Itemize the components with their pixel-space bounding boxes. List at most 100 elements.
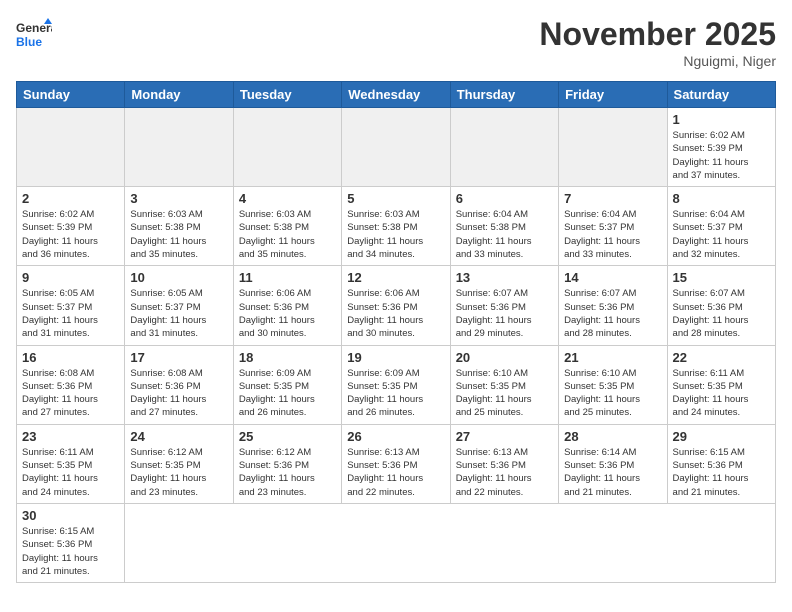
day-info: Sunrise: 6:08 AM Sunset: 5:36 PM Dayligh… [22, 367, 119, 420]
day-info: Sunrise: 6:15 AM Sunset: 5:36 PM Dayligh… [22, 525, 119, 578]
day-info: Sunrise: 6:11 AM Sunset: 5:35 PM Dayligh… [22, 446, 119, 499]
calendar-cell: 10 Sunrise: 6:05 AM Sunset: 5:37 PM Dayli… [125, 266, 233, 345]
day-number: 13 [456, 270, 553, 285]
day-number: 14 [564, 270, 661, 285]
calendar-cell [450, 108, 558, 187]
calendar-cell: 29 Sunrise: 6:15 AM Sunset: 5:36 PM Dayli… [667, 424, 775, 503]
logo: General Blue [16, 16, 52, 52]
day-info: Sunrise: 6:04 AM Sunset: 5:37 PM Dayligh… [673, 208, 770, 261]
day-number: 10 [130, 270, 227, 285]
calendar-cell: 26 Sunrise: 6:13 AM Sunset: 5:36 PM Dayli… [342, 424, 450, 503]
calendar-cell: 30Sunrise: 6:15 AM Sunset: 5:36 PM Dayli… [17, 503, 125, 582]
calendar-cell: 7 Sunrise: 6:04 AM Sunset: 5:37 PM Daylig… [559, 187, 667, 266]
calendar-cell [233, 108, 341, 187]
calendar-cell: 6 Sunrise: 6:04 AM Sunset: 5:38 PM Daylig… [450, 187, 558, 266]
day-number: 4 [239, 191, 336, 206]
calendar-cell: 27Sunrise: 6:13 AM Sunset: 5:36 PM Dayli… [450, 424, 558, 503]
day-info: Sunrise: 6:07 AM Sunset: 5:36 PM Dayligh… [456, 287, 553, 340]
day-number: 3 [130, 191, 227, 206]
calendar-cell: 17 Sunrise: 6:08 AM Sunset: 5:36 PM Dayli… [125, 345, 233, 424]
month-title: November 2025 [539, 16, 776, 53]
day-info: Sunrise: 6:05 AM Sunset: 5:37 PM Dayligh… [130, 287, 227, 340]
calendar-cell: 20 Sunrise: 6:10 AM Sunset: 5:35 PM Dayli… [450, 345, 558, 424]
day-info: Sunrise: 6:09 AM Sunset: 5:35 PM Dayligh… [239, 367, 336, 420]
calendar-row: 1 Sunrise: 6:02 AM Sunset: 5:39 PM Daylig… [17, 108, 776, 187]
header: General Blue November 2025 Nguigmi, Nige… [16, 16, 776, 69]
day-number: 23 [22, 429, 119, 444]
calendar-cell: 24Sunrise: 6:12 AM Sunset: 5:35 PM Dayli… [125, 424, 233, 503]
weekday-header: Thursday [450, 82, 558, 108]
day-info: Sunrise: 6:15 AM Sunset: 5:36 PM Dayligh… [673, 446, 770, 499]
day-number: 12 [347, 270, 444, 285]
day-number: 2 [22, 191, 119, 206]
calendar-cell: 16 Sunrise: 6:08 AM Sunset: 5:36 PM Dayli… [17, 345, 125, 424]
calendar-cell: 11 Sunrise: 6:06 AM Sunset: 5:36 PM Dayli… [233, 266, 341, 345]
weekday-header: Sunday [17, 82, 125, 108]
calendar-cell: 15Sunrise: 6:07 AM Sunset: 5:36 PM Dayli… [667, 266, 775, 345]
calendar-row: 2 Sunrise: 6:02 AM Sunset: 5:39 PM Daylig… [17, 187, 776, 266]
svg-text:Blue: Blue [16, 35, 42, 49]
weekday-header: Wednesday [342, 82, 450, 108]
day-number: 25 [239, 429, 336, 444]
day-number: 17 [130, 350, 227, 365]
day-info: Sunrise: 6:04 AM Sunset: 5:38 PM Dayligh… [456, 208, 553, 261]
calendar-cell: 25 Sunrise: 6:12 AM Sunset: 5:36 PM Dayli… [233, 424, 341, 503]
day-info: Sunrise: 6:02 AM Sunset: 5:39 PM Dayligh… [673, 129, 770, 182]
day-number: 22 [673, 350, 770, 365]
calendar-cell: 21 Sunrise: 6:10 AM Sunset: 5:35 PM Dayli… [559, 345, 667, 424]
calendar-cell: 13 Sunrise: 6:07 AM Sunset: 5:36 PM Dayli… [450, 266, 558, 345]
day-number: 18 [239, 350, 336, 365]
calendar-row: 16 Sunrise: 6:08 AM Sunset: 5:36 PM Dayli… [17, 345, 776, 424]
day-info: Sunrise: 6:12 AM Sunset: 5:35 PM Dayligh… [130, 446, 227, 499]
day-info: Sunrise: 6:09 AM Sunset: 5:35 PM Dayligh… [347, 367, 444, 420]
calendar-cell: 14Sunrise: 6:07 AM Sunset: 5:36 PM Dayli… [559, 266, 667, 345]
logo-icon: General Blue [16, 16, 52, 52]
day-number: 9 [22, 270, 119, 285]
calendar-cell: 23 Sunrise: 6:11 AM Sunset: 5:35 PM Dayli… [17, 424, 125, 503]
day-info: Sunrise: 6:06 AM Sunset: 5:36 PM Dayligh… [239, 287, 336, 340]
day-info: Sunrise: 6:11 AM Sunset: 5:35 PM Dayligh… [673, 367, 770, 420]
day-number: 8 [673, 191, 770, 206]
calendar-cell [17, 108, 125, 187]
weekday-header: Tuesday [233, 82, 341, 108]
calendar-cell: 2 Sunrise: 6:02 AM Sunset: 5:39 PM Daylig… [17, 187, 125, 266]
day-number: 6 [456, 191, 553, 206]
day-info: Sunrise: 6:13 AM Sunset: 5:36 PM Dayligh… [456, 446, 553, 499]
day-info: Sunrise: 6:04 AM Sunset: 5:37 PM Dayligh… [564, 208, 661, 261]
day-info: Sunrise: 6:02 AM Sunset: 5:39 PM Dayligh… [22, 208, 119, 261]
day-number: 21 [564, 350, 661, 365]
calendar: SundayMondayTuesdayWednesdayThursdayFrid… [16, 81, 776, 583]
day-number: 26 [347, 429, 444, 444]
day-number: 1 [673, 112, 770, 127]
weekday-header-row: SundayMondayTuesdayWednesdayThursdayFrid… [17, 82, 776, 108]
title-area: November 2025 Nguigmi, Niger [539, 16, 776, 69]
day-info: Sunrise: 6:10 AM Sunset: 5:35 PM Dayligh… [564, 367, 661, 420]
day-info: Sunrise: 6:14 AM Sunset: 5:36 PM Dayligh… [564, 446, 661, 499]
day-number: 7 [564, 191, 661, 206]
calendar-cell: 3 Sunrise: 6:03 AM Sunset: 5:38 PM Daylig… [125, 187, 233, 266]
calendar-cell: 5Sunrise: 6:03 AM Sunset: 5:38 PM Daylig… [342, 187, 450, 266]
day-info: Sunrise: 6:03 AM Sunset: 5:38 PM Dayligh… [130, 208, 227, 261]
weekday-header: Monday [125, 82, 233, 108]
calendar-cell [125, 108, 233, 187]
day-number: 5 [347, 191, 444, 206]
calendar-cell: 19Sunrise: 6:09 AM Sunset: 5:35 PM Dayli… [342, 345, 450, 424]
calendar-cell: 1 Sunrise: 6:02 AM Sunset: 5:39 PM Daylig… [667, 108, 775, 187]
day-number: 28 [564, 429, 661, 444]
calendar-cell: 8 Sunrise: 6:04 AM Sunset: 5:37 PM Daylig… [667, 187, 775, 266]
weekday-header: Friday [559, 82, 667, 108]
day-info: Sunrise: 6:10 AM Sunset: 5:35 PM Dayligh… [456, 367, 553, 420]
day-info: Sunrise: 6:08 AM Sunset: 5:36 PM Dayligh… [130, 367, 227, 420]
location-subtitle: Nguigmi, Niger [539, 53, 776, 69]
day-info: Sunrise: 6:13 AM Sunset: 5:36 PM Dayligh… [347, 446, 444, 499]
day-number: 11 [239, 270, 336, 285]
calendar-cell: 22 Sunrise: 6:11 AM Sunset: 5:35 PM Dayli… [667, 345, 775, 424]
calendar-row: 30Sunrise: 6:15 AM Sunset: 5:36 PM Dayli… [17, 503, 776, 582]
day-number: 16 [22, 350, 119, 365]
day-number: 20 [456, 350, 553, 365]
day-number: 29 [673, 429, 770, 444]
calendar-cell: 4Sunrise: 6:03 AM Sunset: 5:38 PM Daylig… [233, 187, 341, 266]
calendar-cell: 12Sunrise: 6:06 AM Sunset: 5:36 PM Dayli… [342, 266, 450, 345]
day-info: Sunrise: 6:12 AM Sunset: 5:36 PM Dayligh… [239, 446, 336, 499]
calendar-row: 23 Sunrise: 6:11 AM Sunset: 5:35 PM Dayli… [17, 424, 776, 503]
